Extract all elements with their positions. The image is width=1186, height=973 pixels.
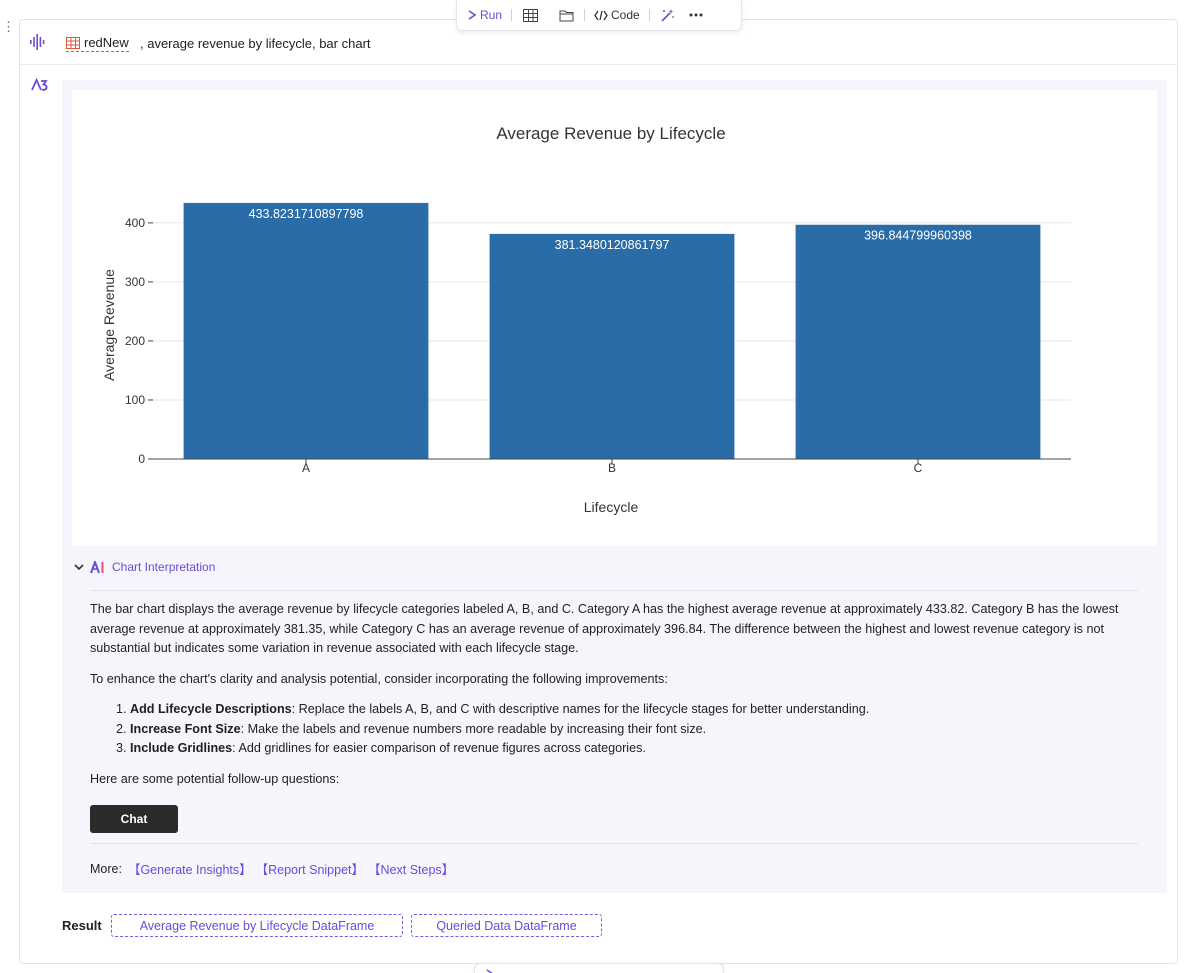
y-axis-label: Average Revenue [101,269,117,381]
table-reference-tag[interactable]: redNew [66,35,129,52]
table-icon[interactable] [521,6,539,24]
y-tick-label: 0 [138,452,145,466]
cell-toolbar: Run Code [456,0,742,31]
interpretation-paragraph: To enhance the chart's clarity and analy… [90,671,668,686]
chevron-down-icon [74,563,84,570]
next-cell-toolbar [474,963,724,973]
y-tick-label: 200 [125,334,145,348]
code-icon [594,10,608,20]
y-tick-label: 100 [125,393,145,407]
bar-A[interactable] [183,202,429,459]
interpretation-paragraph: The bar chart displays the average reven… [90,602,1119,655]
report-snippet-link[interactable]: 【Report Snippet】 [256,859,364,878]
folder-icon[interactable] [557,6,575,24]
y-tick-label: 400 [125,216,145,230]
list-item-text: : Make the labels and revenue numbers mo… [240,721,707,736]
next-steps-link[interactable]: 【Next Steps】 [368,859,454,878]
bar-value-label: 396.844799960398 [864,229,972,243]
bars: 433.8231710897798 381.3480120861797 396.84… [183,202,1041,459]
bar-C[interactable] [795,224,1041,459]
code-button[interactable]: Code [594,8,640,22]
divider [90,843,1138,844]
voice-wave-icon[interactable] [29,33,47,56]
bar-value-label: 381.3480120861797 [555,238,670,252]
bar-value-label: 433.8231710897798 [249,207,364,221]
run-button[interactable]: Run [467,8,502,22]
list-item-title: Include Gridlines [130,741,233,755]
chart-container: Average Revenue by Lifecycle 0 100 200 300 4… [72,90,1157,546]
x-axis-label: Lifecycle [584,499,639,515]
interpretation-title: Chart Interpretation [112,560,216,574]
ai-sparkle-icon [90,560,104,573]
list-item-text: : Add gridlines for easier comparison of… [232,741,646,755]
more-options-icon[interactable] [687,6,705,24]
list-item: Include Gridlines: Add gridlines for eas… [130,739,1140,759]
result-chip-average-revenue-dataframe[interactable]: Average Revenue by Lifecycle DataFrame [111,914,403,937]
x-tick-label: C [914,461,923,475]
followup-prompt: Here are some potential follow-up questi… [90,771,340,786]
run-icon[interactable] [485,968,494,973]
interpretation-body: The bar chart displays the average reven… [90,600,1140,800]
list-item-text: : Replace the labels A, B, and C with de… [291,702,870,716]
x-tick-label: B [608,461,616,475]
result-row: Result Average Revenue by Lifecycle Data… [62,914,610,937]
bar-B[interactable] [489,233,735,459]
run-icon [468,10,477,20]
divider [90,590,1138,591]
more-actions-row: More: 【Generate Insights】 【Report Snippe… [90,859,454,878]
improvement-list: Add Lifecycle Descriptions: Replace the … [130,700,1140,759]
y-tick-label: 300 [125,275,145,289]
table-name: redNew [84,35,129,50]
prompt-row: redNew , average revenue by lifecycle, b… [20,28,1177,65]
bar-chart: Average Revenue by Lifecycle 0 100 200 300 4… [101,124,1071,515]
chart-title: Average Revenue by Lifecycle [496,124,725,143]
result-chip-queried-data-dataframe[interactable]: Queried Data DataFrame [411,914,602,937]
toolbar-divider [511,9,513,21]
y-axis-ticks: 0 100 200 300 400 [125,216,153,466]
list-item-title: Add Lifecycle Descriptions [130,702,292,716]
run-label: Run [480,8,503,22]
chart-interpretation-toggle[interactable]: Chart Interpretation [74,560,215,574]
chat-button[interactable]: Chat [90,805,178,833]
table-icon [66,36,80,49]
list-item: Add Lifecycle Descriptions: Replace the … [130,700,1140,720]
more-label: More: [90,861,122,876]
x-tick-label: A [302,461,310,475]
result-label: Result [62,918,102,933]
list-item: Increase Font Size: Make the labels and … [130,720,1140,740]
ai-assistant-logo-icon [31,77,49,97]
code-label: Code [611,8,640,22]
list-item-title: Increase Font Size [130,721,241,736]
magic-wand-icon[interactable] [659,6,677,24]
toolbar-divider [648,9,650,21]
generate-insights-link[interactable]: 【Generate Insights】 [128,859,252,878]
x-axis-ticks: A B C [302,459,923,475]
prompt-text[interactable]: , average revenue by lifecycle, bar char… [140,36,371,51]
toolbar-divider [584,9,586,21]
